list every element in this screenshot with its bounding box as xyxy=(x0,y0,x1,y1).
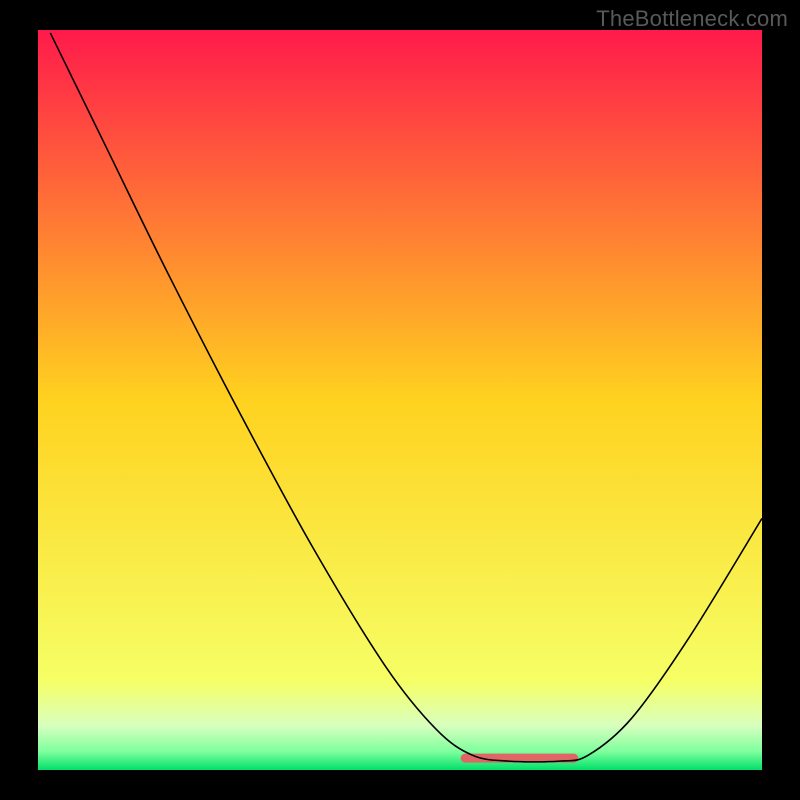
plot-area xyxy=(38,30,762,770)
watermark-text: TheBottleneck.com xyxy=(596,6,788,32)
gradient-line-chart xyxy=(38,30,762,770)
chart-background xyxy=(38,30,762,770)
chart-frame: TheBottleneck.com xyxy=(0,0,800,800)
